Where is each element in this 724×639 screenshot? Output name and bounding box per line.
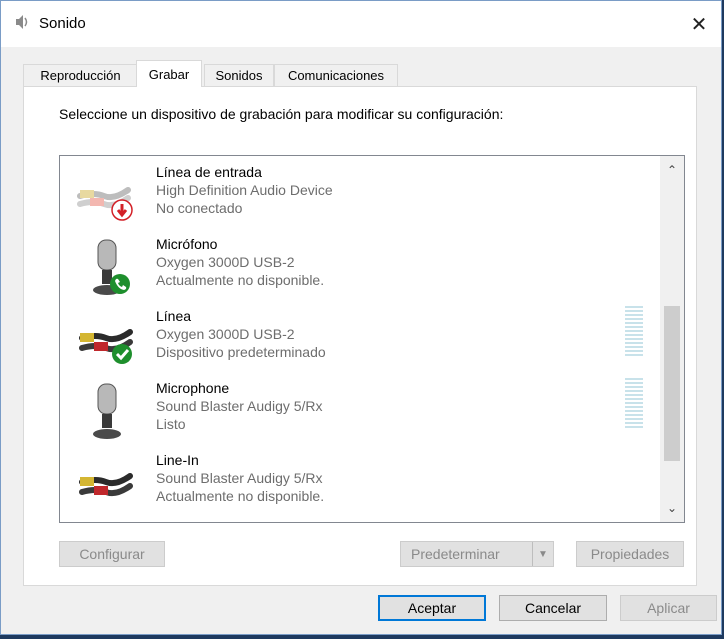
chevron-down-icon[interactable]: ▼	[532, 542, 553, 566]
scroll-down-button[interactable]: ⌄	[660, 498, 684, 518]
device-driver: High Definition Audio Device	[156, 182, 333, 198]
level-meter	[625, 306, 643, 360]
chevron-up-icon: ⌃	[666, 163, 678, 177]
set-default-label: Predeterminar	[411, 546, 500, 562]
tab-comunicaciones[interactable]: Comunicaciones	[274, 64, 398, 86]
device-driver: Oxygen 3000D USB-2	[156, 254, 295, 270]
configure-button[interactable]: Configurar	[59, 541, 165, 567]
chevron-down-icon: ⌄	[666, 501, 678, 515]
microphone-icon	[93, 383, 121, 439]
device-status: Dispositivo predeterminado	[156, 344, 326, 360]
device-name: Line-In	[156, 452, 199, 468]
microphone-icon	[93, 239, 130, 295]
line-in-icon	[79, 329, 133, 364]
device-driver: Sound Blaster Audigy 5/Rx	[156, 470, 323, 486]
set-default-button[interactable]: Predeterminar ▼	[400, 541, 554, 567]
device-status: Actualmente no disponible.	[156, 488, 325, 504]
device-name: Micrófono	[156, 236, 218, 252]
close-icon: ✕	[690, 13, 708, 36]
list-item[interactable]: Línea Oxygen 3000D USB-2 Dispositivo pre…	[60, 304, 660, 376]
window-title: Sonido	[39, 15, 86, 32]
device-name: Microphone	[156, 380, 230, 396]
ok-button[interactable]: Aceptar	[378, 595, 486, 621]
close-button[interactable]: ✕	[677, 1, 721, 47]
speaker-icon	[16, 15, 28, 29]
device-driver: Oxygen 3000D USB-2	[156, 326, 295, 342]
scroll-up-button[interactable]: ⌃	[660, 160, 684, 180]
tab-grabar[interactable]: Grabar	[136, 60, 202, 87]
apply-button[interactable]: Aplicar	[620, 595, 717, 621]
cancel-button[interactable]: Cancelar	[499, 595, 607, 621]
list-item[interactable]: Línea de entrada High Definition Audio D…	[60, 160, 660, 232]
sound-dialog: Sonido ✕ Reproducción Grabar Sonidos Com…	[0, 0, 722, 635]
scroll-thumb[interactable]	[664, 306, 680, 461]
device-name: Línea de entrada	[156, 164, 262, 180]
title-bar[interactable]: Sonido ✕	[1, 1, 721, 47]
vertical-scrollbar[interactable]: ⌃ ⌄	[660, 156, 684, 522]
device-name: Línea	[156, 308, 192, 324]
device-status: Actualmente no disponible.	[156, 272, 325, 288]
tab-sonidos[interactable]: Sonidos	[204, 64, 274, 86]
list-item[interactable]: Micrófono Oxygen 3000D USB-2 Actualmente…	[60, 232, 660, 304]
line-in-disconnected-icon	[77, 187, 133, 221]
tab-reproduccion[interactable]: Reproducción	[23, 64, 138, 86]
properties-button[interactable]: Propiedades	[576, 541, 684, 567]
device-status: No conectado	[156, 200, 243, 216]
device-status: Listo	[156, 416, 186, 432]
recording-panel: Seleccione un dispositivo de grabación p…	[23, 86, 697, 586]
device-driver: Sound Blaster Audigy 5/Rx	[156, 398, 323, 414]
list-item[interactable]: Microphone Sound Blaster Audigy 5/Rx Lis…	[60, 376, 660, 448]
line-in-icon	[79, 473, 133, 497]
instruction-text: Seleccione un dispositivo de grabación p…	[59, 106, 504, 122]
list-item[interactable]: Line-In Sound Blaster Audigy 5/Rx Actual…	[60, 448, 660, 520]
device-list[interactable]: Línea de entrada High Definition Audio D…	[59, 155, 685, 523]
level-meter	[625, 378, 643, 432]
